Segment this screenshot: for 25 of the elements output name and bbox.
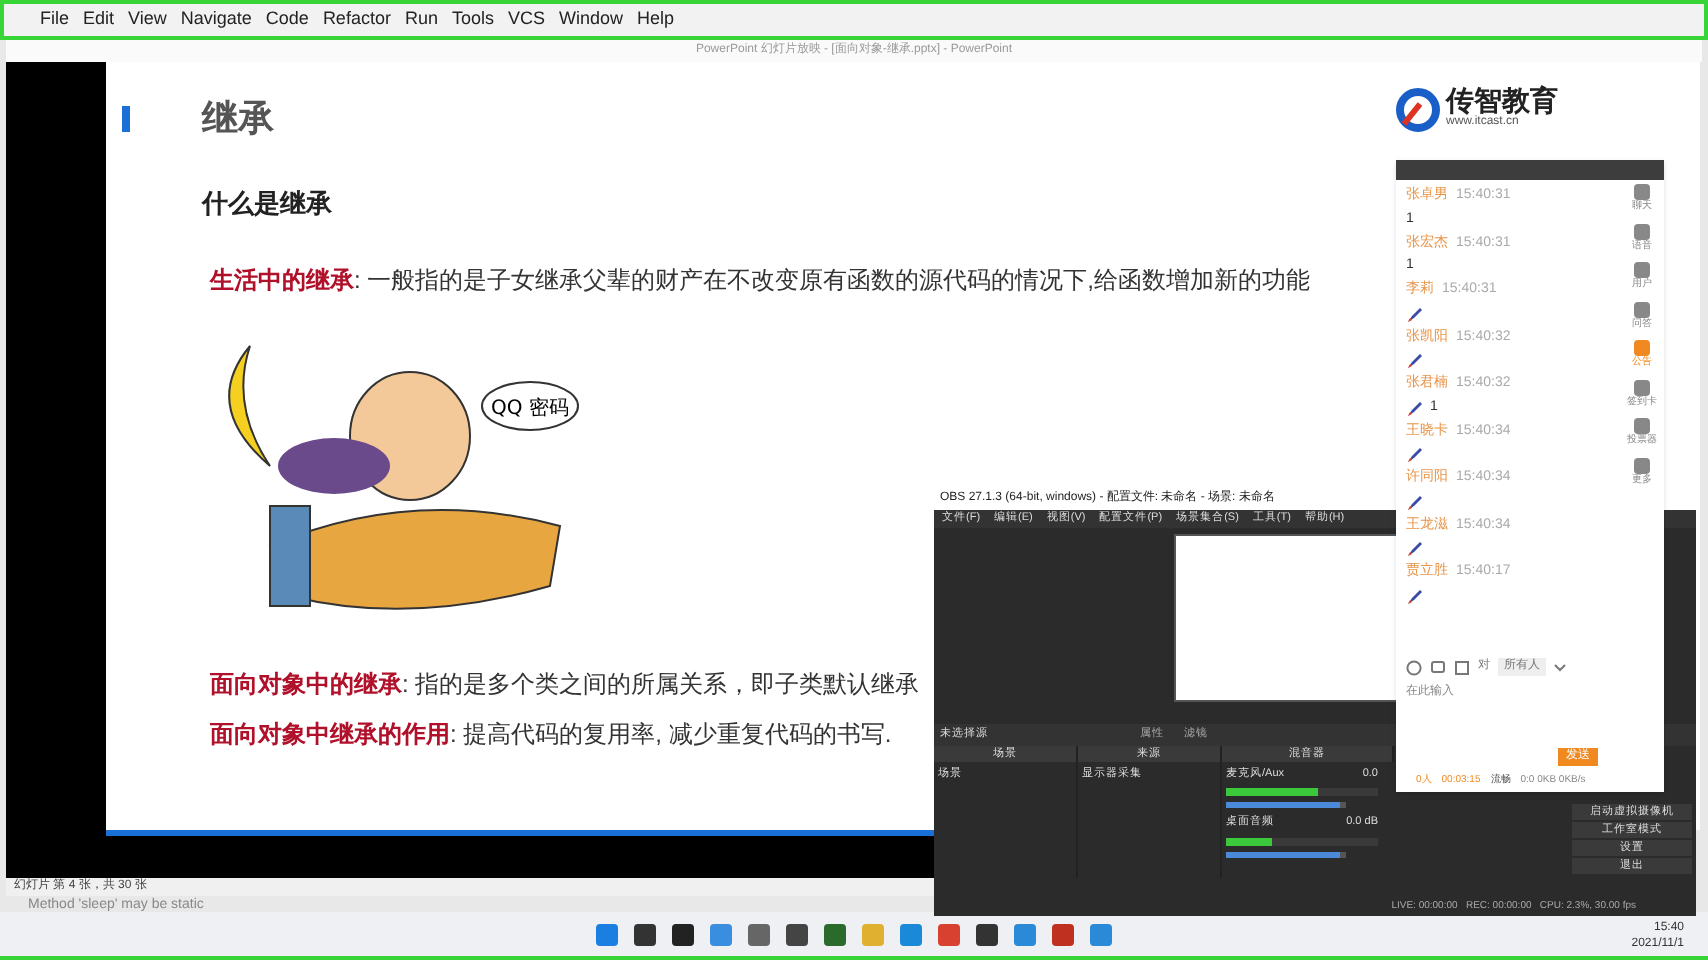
menu-item[interactable]: View <box>128 6 167 34</box>
slide-subtitle: 什么是继承 <box>202 186 332 222</box>
menu-item[interactable]: Code <box>265 6 309 34</box>
logo-icon <box>1396 87 1440 131</box>
app-icon[interactable] <box>976 923 998 945</box>
menu-item[interactable]: VCS <box>507 6 545 34</box>
slide-paragraph: 面向对象中继承的作用: 提高代码的复用率, 减少重复代码的书写. <box>210 718 892 752</box>
app-icon[interactable] <box>786 923 808 945</box>
menu-item[interactable]: Window <box>559 6 624 34</box>
menu-item[interactable]: Run <box>404 6 438 34</box>
app-icon[interactable] <box>634 923 656 945</box>
menu-item[interactable]: File <box>40 6 70 34</box>
menu-item[interactable]: Refactor <box>322 6 391 34</box>
slide-paragraph: 生活中的继承: 一般指的是子女继承父辈的财产在不改变原有函数的源代码的情况下,给函数增加新的功能 <box>210 264 1311 298</box>
menu-item[interactable]: Navigate <box>180 6 252 34</box>
cartoon-drawing: QQ 密码 <box>190 326 590 626</box>
caret-icon[interactable] <box>1554 663 1566 671</box>
accent-bar <box>122 106 130 132</box>
menu-item[interactable]: Tools <box>451 6 494 34</box>
slide-paragraph: 面向对象中的继承: 指的是多个类之间的所属关系，即子类默认继承 <box>210 668 920 702</box>
menu-item[interactable]: Edit <box>83 6 115 34</box>
slide-title: 继承 <box>202 96 274 142</box>
app-icon[interactable] <box>672 923 694 945</box>
menu-item[interactable]: Help <box>637 6 675 34</box>
logo-text: 传智教育 <box>1446 86 1558 114</box>
